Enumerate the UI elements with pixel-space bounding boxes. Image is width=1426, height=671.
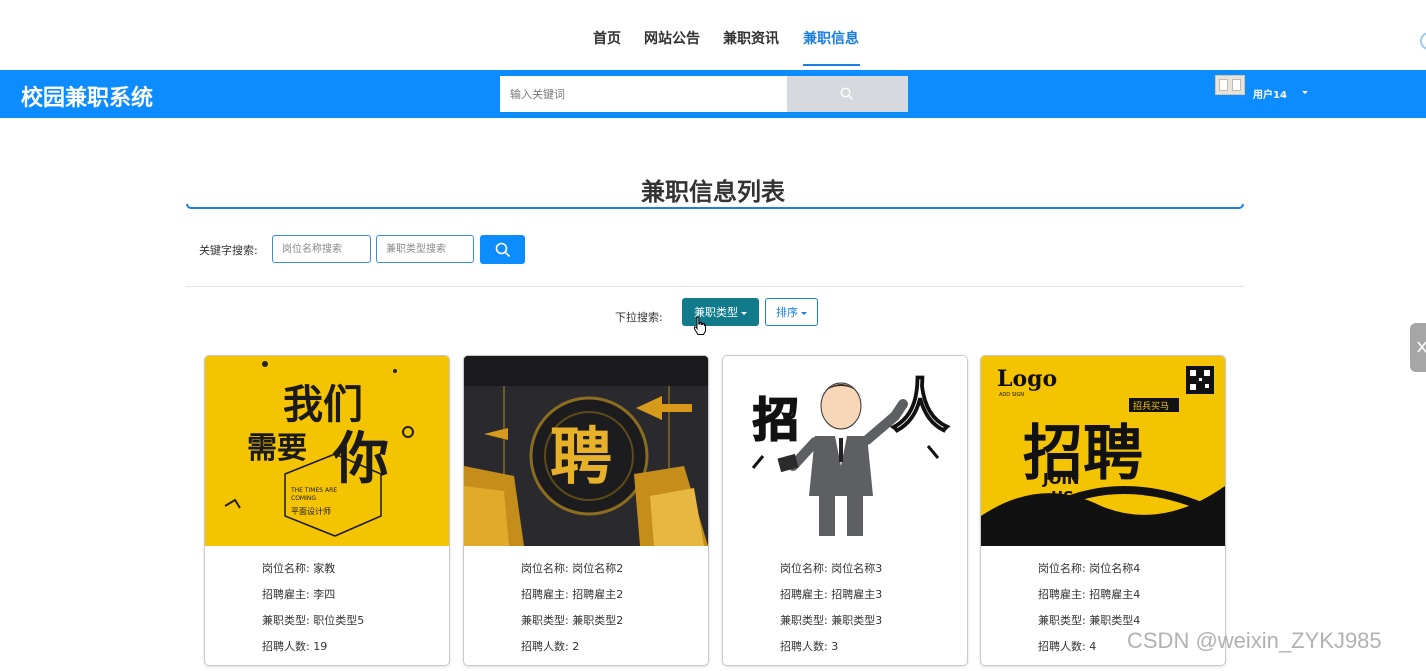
job-type-row: 兼职类型: 兼职类型3	[780, 614, 883, 627]
job-employer-value: 招聘雇主4	[1089, 588, 1141, 601]
svg-text:招聘: 招聘	[1023, 419, 1143, 489]
nav-item-jobs[interactable]: 兼职信息	[803, 28, 859, 48]
job-position-row: 岗位名称: 家教	[262, 562, 336, 575]
job-type-search-input[interactable]	[376, 235, 474, 263]
job-count-value: 4	[1089, 640, 1097, 653]
svg-text:招兵买马: 招兵买马	[1133, 400, 1169, 412]
job-count-row: 招聘人数: 2	[521, 640, 580, 653]
hand-cursor-icon	[694, 316, 706, 335]
job-card[interactable]: 我们 需要 你 THE TIMES ARE COMING 平面设计师 岗位名称:…	[204, 355, 450, 666]
sort-dropdown-label: 排序	[776, 306, 798, 319]
svg-text:THE TIMES ARE: THE TIMES ARE	[290, 487, 337, 494]
job-card-image: 聘	[464, 356, 708, 546]
edge-circle-icon	[1420, 32, 1426, 50]
job-type-row: 兼职类型: 兼职类型4	[1038, 614, 1141, 627]
csdn-watermark: CSDN @weixin_ZYKJ985	[1127, 628, 1382, 653]
job-employer-row: 招聘雇主: 招聘雇主2	[521, 588, 624, 601]
user-avatar[interactable]	[1215, 75, 1245, 95]
job-count-value: 3	[831, 640, 839, 653]
job-type-value: 兼职类型4	[1089, 614, 1141, 627]
top-navigation: 首页 网站公告 兼职资讯 兼职信息	[0, 0, 1426, 70]
job-card[interactable]: Logo ADD SIGN 招兵买马 招聘 JOIN US 岗位名称: 岗位名称…	[980, 355, 1226, 666]
user-menu-caret-icon[interactable]	[1302, 91, 1308, 94]
search-icon	[840, 87, 853, 100]
job-employer-row: 招聘雇主: 李四	[262, 588, 336, 601]
job-employer-value: 招聘雇主2	[572, 588, 624, 601]
job-position-value: 岗位名称2	[572, 562, 624, 575]
job-employer-row: 招聘雇主: 招聘雇主3	[780, 588, 883, 601]
nav-item-announcements[interactable]: 网站公告	[644, 28, 700, 48]
job-count-row: 招聘人数: 3	[780, 640, 839, 653]
job-card-info: 岗位名称: 家教 招聘雇主: 李四 兼职类型: 职位类型5 招聘人数: 19	[205, 546, 449, 665]
page-title: 兼职信息列表	[641, 178, 785, 206]
svg-text:COMING: COMING	[291, 495, 316, 502]
svg-text:ADD SIGN: ADD SIGN	[999, 392, 1024, 398]
job-count-value: 19	[313, 640, 328, 653]
caret-down-icon	[741, 311, 747, 315]
dropdown-search-label: 下拉搜索:	[615, 311, 663, 324]
keyword-search-label: 关键字搜索:	[199, 244, 258, 257]
job-card-info: 岗位名称: 岗位名称3 招聘雇主: 招聘雇主3 兼职类型: 兼职类型3 招聘人数…	[723, 546, 967, 665]
user-name[interactable]: 用户14	[1253, 86, 1287, 101]
job-type-value: 兼职类型2	[572, 614, 624, 627]
poster-hiring-cartoon: 招 人	[723, 356, 967, 546]
job-card[interactable]: 聘 岗位名称: 岗位名称2 招聘雇主: 招聘雇主2 兼职类型: 兼职类型2 招聘…	[463, 355, 709, 666]
sort-dropdown-button[interactable]: 排序	[765, 298, 818, 326]
header-search-button[interactable]	[787, 76, 908, 112]
job-card-image: 招 人	[723, 356, 967, 546]
job-employer-value: 李四	[313, 588, 336, 601]
svg-text:招: 招	[753, 393, 799, 447]
svg-text:Logo: Logo	[997, 366, 1057, 392]
search-icon	[495, 242, 511, 258]
divider	[186, 286, 1244, 287]
job-position-row: 岗位名称: 岗位名称3	[780, 562, 883, 575]
svg-text:US: US	[1051, 488, 1074, 506]
close-icon	[1417, 341, 1426, 353]
svg-text:平面设计师: 平面设计师	[291, 506, 331, 516]
job-count-row: 招聘人数: 4	[1038, 640, 1097, 653]
svg-text:需要: 需要	[247, 431, 307, 466]
job-count-value: 2	[572, 640, 580, 653]
poster-join-us: Logo ADD SIGN 招兵买马 招聘 JOIN US	[981, 356, 1225, 546]
header-search-input[interactable]	[500, 76, 787, 112]
poster-recruit-gold: 聘	[464, 356, 708, 546]
job-type-row: 兼职类型: 兼职类型2	[521, 614, 624, 627]
job-count-row: 招聘人数: 19	[262, 640, 328, 653]
poster-we-need-you: 我们 需要 你 THE TIMES ARE COMING 平面设计师	[205, 356, 449, 546]
job-type-value: 兼职类型3	[831, 614, 883, 627]
job-position-row: 岗位名称: 岗位名称4	[1038, 562, 1141, 575]
keyword-search-button[interactable]	[480, 235, 525, 264]
nav-active-indicator	[803, 64, 860, 66]
job-card-info: 岗位名称: 岗位名称2 招聘雇主: 招聘雇主2 兼职类型: 兼职类型2 招聘人数…	[464, 546, 708, 665]
svg-text:我们: 我们	[283, 381, 363, 428]
job-type-value: 职位类型5	[313, 614, 365, 627]
position-name-search-input[interactable]	[272, 235, 371, 263]
site-brand[interactable]: 校园兼职系统	[21, 80, 153, 112]
job-position-value: 岗位名称3	[831, 562, 883, 575]
job-card-image: Logo ADD SIGN 招兵买马 招聘 JOIN US	[981, 356, 1225, 546]
header-bar: 校园兼职系统 用户14	[0, 70, 1426, 118]
nav-item-news[interactable]: 兼职资讯	[723, 28, 779, 48]
svg-text:聘: 聘	[550, 420, 612, 493]
title-underline	[186, 204, 1244, 209]
caret-down-icon	[801, 311, 807, 315]
job-employer-row: 招聘雇主: 招聘雇主4	[1038, 588, 1141, 601]
job-position-row: 岗位名称: 岗位名称2	[521, 562, 624, 575]
job-position-value: 家教	[313, 562, 336, 575]
job-card[interactable]: 招 人 岗位名称: 岗位名称3 招聘雇主: 招聘雇主3 兼职类型: 兼职类型3 …	[722, 355, 968, 666]
svg-text:JOIN: JOIN	[1042, 470, 1079, 488]
job-position-value: 岗位名称4	[1089, 562, 1141, 575]
job-card-image: 我们 需要 你 THE TIMES ARE COMING 平面设计师	[205, 356, 449, 546]
nav-item-home[interactable]: 首页	[593, 28, 621, 48]
side-panel-toggle[interactable]	[1410, 323, 1426, 372]
job-employer-value: 招聘雇主3	[831, 588, 883, 601]
job-type-row: 兼职类型: 职位类型5	[262, 614, 365, 627]
